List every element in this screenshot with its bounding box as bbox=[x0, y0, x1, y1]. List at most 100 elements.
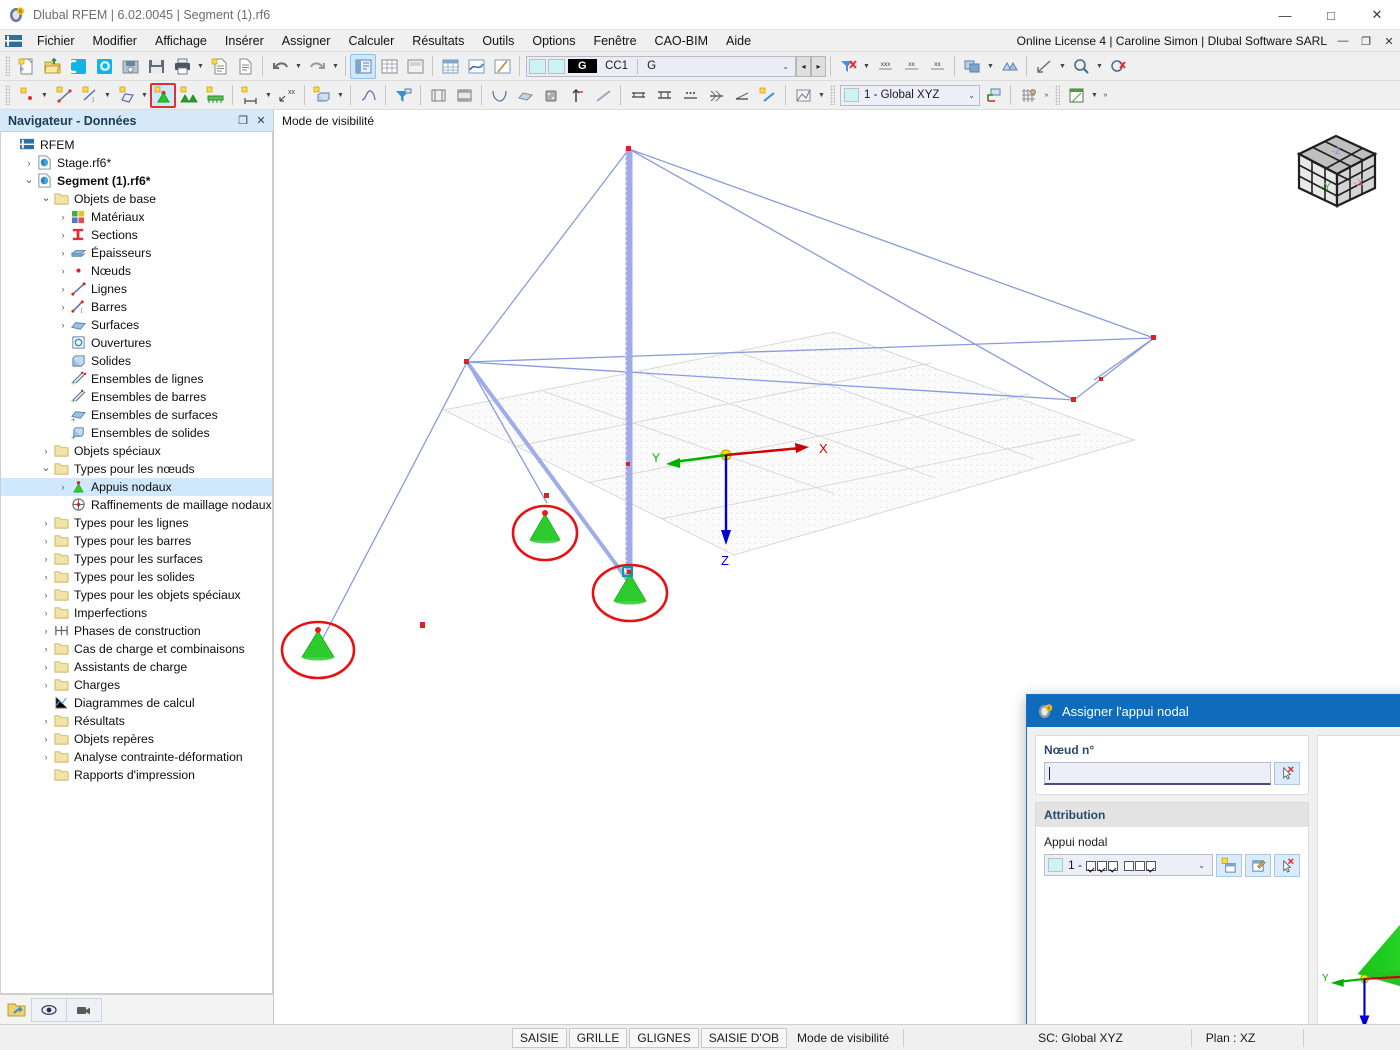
tree-twisty-collapsed[interactable]: › bbox=[39, 658, 53, 676]
delete-support-icon[interactable] bbox=[1274, 854, 1300, 877]
tree-twisty-collapsed[interactable]: › bbox=[56, 280, 70, 298]
undo-dropdown-caret[interactable]: ▼ bbox=[293, 54, 304, 79]
document-icon[interactable] bbox=[232, 54, 258, 79]
zoom-icon[interactable] bbox=[1068, 54, 1094, 79]
open-folder-icon[interactable] bbox=[39, 54, 65, 79]
solid-result-icon[interactable] bbox=[538, 83, 564, 108]
tree-item-phases-de-construction[interactable]: › Phases de construction bbox=[1, 622, 272, 640]
tree-item-objets-rep-res[interactable]: › Objets repères bbox=[1, 730, 272, 748]
result-dropdown-caret[interactable]: ▼ bbox=[816, 83, 827, 108]
solid-icon[interactable] bbox=[309, 83, 335, 108]
tree-item-diagrammes-de-calcul[interactable]: Diagrammes de calcul bbox=[1, 694, 272, 712]
node-number-input[interactable] bbox=[1044, 762, 1271, 785]
chevron-down-icon[interactable]: ⌄ bbox=[1198, 861, 1209, 870]
tree-twisty-collapsed[interactable]: › bbox=[39, 640, 53, 658]
zoom-dropdown-caret[interactable]: ▼ bbox=[1094, 54, 1105, 79]
node-dropdown-caret[interactable]: ▼ bbox=[39, 83, 50, 108]
menu-affichage[interactable]: Affichage bbox=[146, 31, 216, 51]
tree-item-rfem[interactable]: RFEM bbox=[1, 136, 272, 154]
surface-dropdown-caret[interactable]: ▼ bbox=[139, 83, 150, 108]
tree-twisty-collapsed[interactable]: › bbox=[39, 514, 53, 532]
tree-twisty-collapsed[interactable]: › bbox=[39, 604, 53, 622]
edit-support-icon[interactable] bbox=[1245, 854, 1271, 877]
dlubal-center-icon[interactable] bbox=[65, 54, 91, 79]
tree-twisty-expanded[interactable]: ⌄ bbox=[39, 189, 53, 207]
tree-item-solides[interactable]: Solides bbox=[1, 352, 272, 370]
line-support-icon[interactable] bbox=[176, 83, 202, 108]
filter-blue-icon[interactable] bbox=[390, 83, 416, 108]
save-as-icon[interactable] bbox=[117, 54, 143, 79]
navigator-switch-icon[interactable] bbox=[2, 998, 32, 1022]
tree-twisty-collapsed[interactable]: › bbox=[39, 676, 53, 694]
status-glignes-button[interactable]: GLIGNES bbox=[629, 1027, 699, 1048]
result-diagram-icon[interactable] bbox=[790, 83, 816, 108]
tree-twisty-collapsed[interactable]: › bbox=[56, 316, 70, 334]
undo-icon[interactable] bbox=[267, 54, 293, 79]
tree-item-ensembles-de-surfaces[interactable]: + Ensembles de surfaces bbox=[1, 406, 272, 424]
menu-resultats[interactable]: Résultats bbox=[403, 31, 473, 51]
deformation-icon[interactable] bbox=[463, 54, 489, 79]
doc-minimize-button[interactable]: — bbox=[1336, 32, 1350, 50]
navigator-tree[interactable]: RFEM › Stage.rf6* ⌄ Segment (1).rf6* ⌄ Objets … bbox=[0, 132, 273, 994]
maximize-button[interactable]: □ bbox=[1308, 0, 1354, 30]
load-case-combo[interactable]: G CC1 G ⌄ bbox=[526, 55, 796, 77]
tree-item-appuis-nodaux[interactable]: › Appuis nodaux bbox=[1, 478, 272, 496]
tree-item-ensembles-de-barres[interactable]: + Ensembles de barres bbox=[1, 388, 272, 406]
toolbar-grip[interactable] bbox=[5, 85, 10, 105]
tree-item-assistants-de-charge[interactable]: › Assistants de charge bbox=[1, 658, 272, 676]
visibility-icon[interactable] bbox=[959, 54, 985, 79]
scale-dropdown-caret[interactable]: ▼ bbox=[1057, 54, 1068, 79]
new-report-icon[interactable] bbox=[206, 54, 232, 79]
nodal-support-icon[interactable] bbox=[150, 82, 176, 108]
select-x-icon[interactable]: xx bbox=[924, 54, 950, 79]
tree-item-cas-de-charge-et-combinaisons[interactable]: › Cas de charge et combinaisons bbox=[1, 640, 272, 658]
tree-item-types-pour-les-lignes[interactable]: › Types pour les lignes bbox=[1, 514, 272, 532]
new-line-icon[interactable] bbox=[50, 83, 76, 108]
chevron-down-icon[interactable]: ⌄ bbox=[968, 91, 979, 100]
tree-item-rapports-d-impression[interactable]: Rapports d'impression bbox=[1, 766, 272, 784]
group-icon[interactable] bbox=[996, 54, 1022, 79]
solid-dropdown-caret[interactable]: ▼ bbox=[335, 83, 346, 108]
chevron-down-icon[interactable]: ⌄ bbox=[782, 62, 789, 71]
tree-twisty-collapsed[interactable]: › bbox=[56, 298, 70, 316]
minimize-button[interactable]: — bbox=[1262, 0, 1308, 30]
tree-twisty-collapsed[interactable]: › bbox=[39, 622, 53, 640]
redo-icon[interactable] bbox=[304, 54, 330, 79]
animation-icon[interactable] bbox=[451, 83, 477, 108]
tree-twisty-collapsed[interactable]: › bbox=[56, 244, 70, 262]
member-hinge-icon[interactable] bbox=[237, 83, 263, 108]
tree-item-lignes[interactable]: › Lignes bbox=[1, 280, 272, 298]
tree-twisty-expanded[interactable]: ⌄ bbox=[39, 459, 53, 477]
tree-twisty-collapsed[interactable]: › bbox=[39, 730, 53, 748]
menu-cao-bim[interactable]: CAO-BIM bbox=[646, 31, 717, 51]
close-button[interactable]: ✕ bbox=[1354, 0, 1400, 30]
tree-item-barres[interactable]: › I Barres bbox=[1, 298, 272, 316]
navigator-undock-button[interactable]: ❐ bbox=[235, 112, 251, 130]
tree-item-r-sultats[interactable]: › Résultats bbox=[1, 712, 272, 730]
imperfection-icon[interactable] bbox=[355, 83, 381, 108]
tree-twisty-collapsed[interactable]: › bbox=[39, 568, 53, 586]
dlubal-cloud-icon[interactable] bbox=[91, 54, 117, 79]
deformation-curve-icon[interactable] bbox=[486, 83, 512, 108]
tree-item-objets-de-base[interactable]: ⌄ Objets de base bbox=[1, 190, 272, 208]
support-3d-preview[interactable]: X Y Z bbox=[1318, 736, 1400, 1024]
support-type-combo[interactable]: 1 - ⌄ bbox=[1044, 854, 1213, 876]
tree-twisty-collapsed[interactable]: › bbox=[39, 712, 53, 730]
table-icon[interactable] bbox=[1063, 83, 1089, 108]
new-load-icon[interactable] bbox=[755, 83, 781, 108]
solid-model-icon[interactable] bbox=[402, 54, 428, 79]
section-icon[interactable] bbox=[489, 54, 515, 79]
tree-item-types-pour-les-barres[interactable]: › Types pour les barres bbox=[1, 532, 272, 550]
line-load-4-icon[interactable] bbox=[703, 83, 729, 108]
surface-support-icon[interactable] bbox=[202, 83, 228, 108]
tree-twisty-collapsed[interactable]: › bbox=[56, 478, 70, 496]
tree-twisty-expanded[interactable]: ⌄ bbox=[22, 171, 36, 189]
cs-origin-icon[interactable] bbox=[980, 83, 1006, 108]
status-grille-button[interactable]: GRILLE bbox=[568, 1027, 628, 1048]
new-surface-icon[interactable] bbox=[113, 83, 139, 108]
surface-result-icon[interactable] bbox=[512, 83, 538, 108]
line-load-1-icon[interactable] bbox=[625, 83, 651, 108]
load-case-prev-button[interactable]: ◂ bbox=[796, 55, 811, 77]
tree-twisty-collapsed[interactable]: › bbox=[22, 154, 36, 172]
render-toggle-icon[interactable] bbox=[425, 83, 451, 108]
